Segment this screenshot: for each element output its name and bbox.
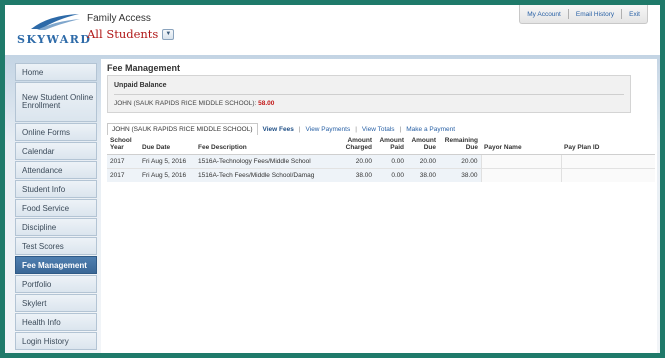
email-history-link[interactable]: Email History	[569, 11, 621, 18]
sidebar-item-discipline[interactable]: Discipline	[15, 218, 97, 236]
tab-view-totals[interactable]: View Totals	[357, 126, 400, 133]
sidebar-item-online-forms[interactable]: Online Forms	[15, 123, 97, 141]
cell-payor-name	[480, 167, 561, 182]
main-panel: Fee Management Unpaid Balance JOHN (SAUK…	[101, 59, 657, 353]
unpaid-balance-student: JOHN (SAUK RAPIDS RICE MIDDLE SCHOOL):	[114, 100, 257, 107]
sidebar-item-attendance[interactable]: Attendance	[15, 161, 97, 179]
table-header-row: School Year Due Date Fee Description Amo…	[107, 136, 655, 155]
fee-tabs: JOHN (SAUK RAPIDS RICE MIDDLE SCHOOL) Vi…	[107, 123, 460, 135]
column-header[interactable]: Payor Name	[481, 136, 561, 155]
student-selector-value[interactable]: All Students	[87, 27, 158, 41]
sidebar-item-student-info[interactable]: Student Info	[15, 180, 97, 198]
page-title: Fee Management	[107, 63, 181, 73]
column-header[interactable]: Amount Due	[407, 136, 439, 155]
cell-payor-name	[480, 153, 561, 169]
tab-make-payment[interactable]: Make a Payment	[401, 126, 460, 133]
unpaid-balance-amount: 58.00	[258, 100, 275, 107]
cell-school-year: 2017	[107, 167, 139, 182]
divider	[114, 94, 624, 95]
app-title: Family Access	[87, 13, 151, 24]
table-row[interactable]: 2017 Fri Aug 5, 2016 1516A-Technology Fe…	[107, 153, 655, 169]
cell-fee-description: 1516A-Tech Fees/Middle School/Damag	[195, 167, 333, 182]
sidebar-item-test-scores[interactable]: Test Scores	[15, 237, 97, 255]
cell-remaining-due: 38.00	[439, 167, 481, 182]
cell-amount-due: 20.00	[407, 153, 439, 169]
app-window: SKYWARD Family Access All Students ▼ My …	[5, 5, 660, 353]
column-header[interactable]: Fee Description	[195, 136, 333, 155]
cell-pay-plan-id	[560, 153, 655, 169]
sidebar-item-health-info[interactable]: Health Info	[15, 313, 97, 331]
sidebar-item-portfolio[interactable]: Portfolio	[15, 275, 97, 293]
fees-table: School Year Due Date Fee Description Amo…	[107, 136, 655, 182]
sidebar-item-calendar[interactable]: Calendar	[15, 142, 97, 160]
chevron-down-icon[interactable]: ▼	[162, 28, 175, 40]
cell-due-date: Fri Aug 5, 2016	[139, 153, 195, 169]
sidebar-item-home[interactable]: Home	[15, 63, 97, 81]
sidebar-item-login-history[interactable]: Login History	[15, 332, 97, 350]
student-selector[interactable]: All Students ▼	[87, 27, 175, 41]
logo-wordmark: SKYWARD	[17, 33, 92, 46]
column-header[interactable]: Amount Paid	[375, 136, 407, 155]
cell-remaining-due: 20.00	[439, 153, 481, 169]
unpaid-balance-line: JOHN (SAUK RAPIDS RICE MIDDLE SCHOOL): 5…	[114, 100, 274, 107]
header: SKYWARD Family Access All Students ▼ My …	[5, 5, 660, 55]
cell-amount-charged: 38.00	[333, 167, 375, 182]
skyward-logo: SKYWARD	[15, 11, 90, 51]
column-header[interactable]: Remaining Due	[439, 136, 481, 155]
sidebar-item-new-student-enrollment[interactable]: New Student Online Enrollment	[15, 82, 97, 122]
tab-view-fees[interactable]: View Fees	[258, 126, 299, 133]
top-links-bar: My Account Email History Exit	[519, 5, 648, 24]
cell-amount-charged: 20.00	[333, 153, 375, 169]
exit-link[interactable]: Exit	[622, 11, 647, 18]
sidebar-item-skylert[interactable]: Skylert	[15, 294, 97, 312]
sidebar-item-fee-management[interactable]: Fee Management	[15, 256, 97, 274]
cell-school-year: 2017	[107, 153, 139, 169]
unpaid-balance-box: Unpaid Balance JOHN (SAUK RAPIDS RICE MI…	[107, 75, 631, 113]
cell-pay-plan-id	[560, 167, 655, 182]
tab-view-payments[interactable]: View Payments	[301, 126, 356, 133]
table-row[interactable]: 2017 Fri Aug 5, 2016 1516A-Tech Fees/Mid…	[107, 167, 655, 182]
tab-student: JOHN (SAUK RAPIDS RICE MIDDLE SCHOOL)	[107, 123, 258, 135]
sidebar-item-food-service[interactable]: Food Service	[15, 199, 97, 217]
cell-amount-paid: 0.00	[375, 153, 407, 169]
my-account-link[interactable]: My Account	[520, 11, 568, 18]
column-header[interactable]: Amount Charged	[333, 136, 375, 155]
column-header[interactable]: Due Date	[139, 136, 195, 155]
cell-amount-due: 38.00	[407, 167, 439, 182]
cell-fee-description: 1516A-Technology Fees/Middle School	[195, 153, 333, 169]
sidebar-nav: Home New Student Online Enrollment Onlin…	[15, 63, 97, 351]
cell-amount-paid: 0.00	[375, 167, 407, 182]
cell-due-date: Fri Aug 5, 2016	[139, 167, 195, 182]
column-header[interactable]: Pay Plan ID	[561, 136, 655, 155]
logo-swoosh-icon	[31, 14, 80, 30]
column-header[interactable]: School Year	[107, 136, 139, 155]
unpaid-balance-title: Unpaid Balance	[114, 82, 167, 89]
